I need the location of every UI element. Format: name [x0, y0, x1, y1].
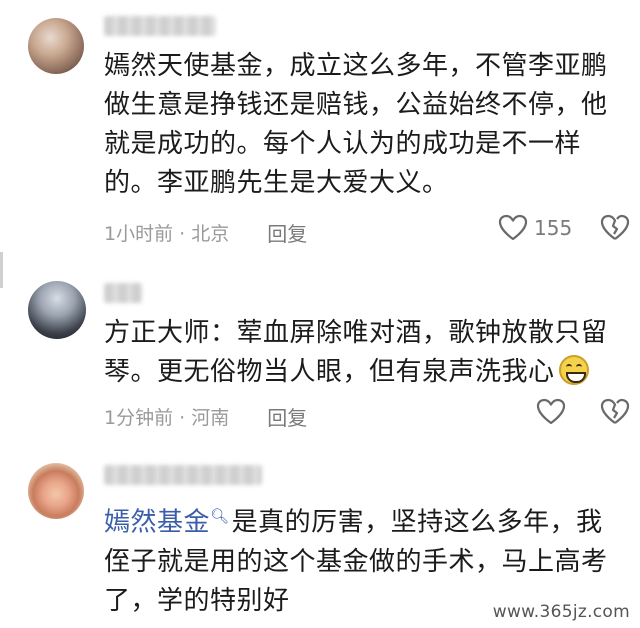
- watermark: www.365jz.com: [492, 602, 630, 622]
- reply-button[interactable]: 回复: [267, 218, 307, 247]
- comment-meta: 1小时前 · 北京 回复: [104, 218, 307, 247]
- username-blurred[interactable]: [104, 465, 262, 485]
- grin-emoji: [558, 355, 589, 385]
- avatar[interactable]: [28, 18, 84, 74]
- username-blurred[interactable]: [104, 16, 216, 36]
- search-icon: 🔍︎: [210, 507, 230, 525]
- left-edge-mark: [0, 252, 3, 288]
- like-count: 155: [534, 216, 573, 240]
- like-button[interactable]: 155: [498, 214, 572, 242]
- username-blurred[interactable]: [104, 283, 142, 303]
- like-button[interactable]: [536, 398, 566, 426]
- comment-text: 方正大师：荤血屏除唯对酒，歌钟放散只留琴。更无俗物当人眼，但有泉声洗我心: [104, 314, 628, 392]
- heart-icon: [536, 398, 566, 425]
- avatar[interactable]: [28, 463, 84, 519]
- broken-heart-icon: [600, 214, 630, 240]
- time-location: 1小时前 · 北京: [104, 223, 230, 245]
- comment-text: 嫣然天使基金，成立这么多年，不管李亚鹏做生意是挣钱还是赔钱，公益始终不停，他就是…: [104, 51, 608, 198]
- comment-text-body: 方正大师：荤血屏除唯对酒，歌钟放散只留琴。更无俗物当人眼，但有泉声洗我心: [104, 318, 608, 387]
- avatar[interactable]: [28, 281, 86, 339]
- heart-icon: [498, 214, 528, 241]
- fund-link[interactable]: 嫣然基金: [104, 508, 210, 538]
- dislike-button[interactable]: [600, 214, 630, 246]
- comment-meta: 1分钟前 · 河南 回复: [104, 402, 307, 431]
- broken-heart-icon: [600, 398, 630, 424]
- dislike-button[interactable]: [600, 398, 630, 430]
- time-location: 1分钟前 · 河南: [104, 407, 230, 429]
- reply-button[interactable]: 回复: [267, 402, 307, 431]
